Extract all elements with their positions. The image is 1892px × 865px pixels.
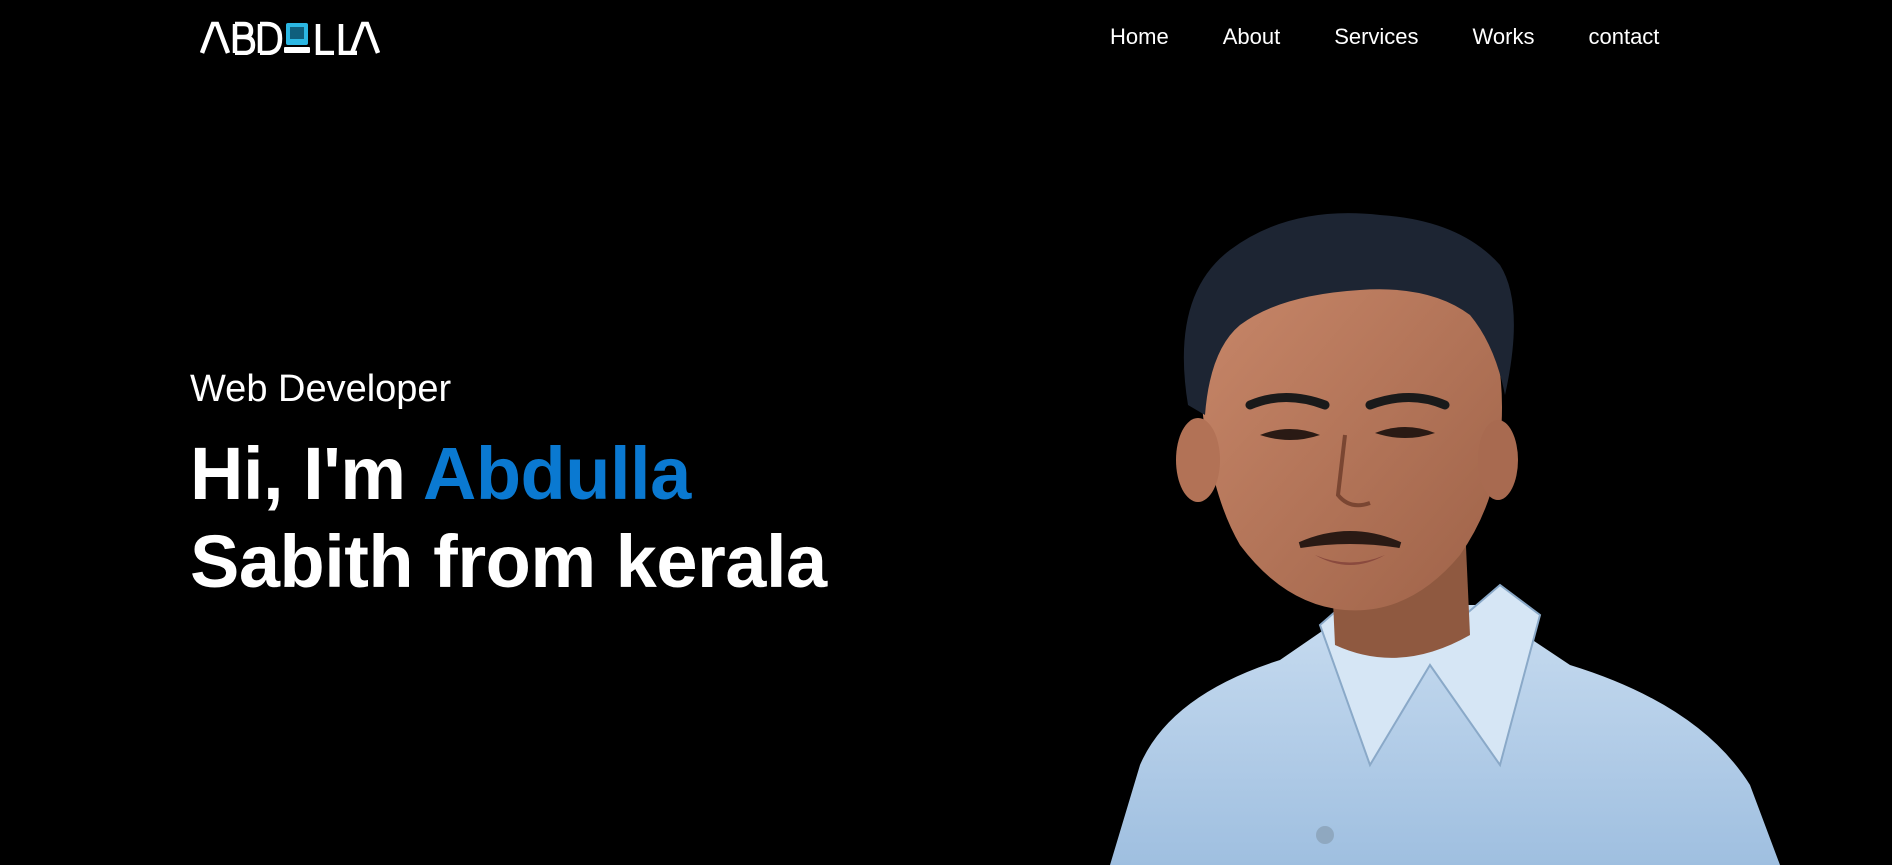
logo-wordmark <box>200 21 380 55</box>
profile-portrait <box>1100 205 1780 865</box>
nav-link-works[interactable]: Works <box>1473 22 1535 52</box>
site-header: Home About Services Works contact <box>0 0 1892 76</box>
nav-link-home[interactable]: Home <box>1110 22 1169 52</box>
main-nav: Home About Services Works contact <box>1110 22 1659 52</box>
hero-name: Abdulla <box>422 432 691 515</box>
hero-headline: Hi, I'm Abdulla Sabith from kerala <box>190 430 1090 606</box>
shirt-button <box>1316 826 1334 844</box>
hero-line2: Sabith from kerala <box>190 520 827 603</box>
hero-section: Web Developer Hi, I'm Abdulla Sabith fro… <box>190 362 1090 606</box>
portrait-illustration <box>1110 213 1780 865</box>
site-logo[interactable] <box>200 18 380 58</box>
nav-link-about[interactable]: About <box>1223 22 1281 52</box>
nav-link-services[interactable]: Services <box>1334 22 1418 52</box>
nav-link-contact[interactable]: contact <box>1588 22 1659 52</box>
hero-greeting: Hi, I'm <box>190 432 406 515</box>
hero-role: Web Developer <box>190 368 452 410</box>
page: Home About Services Works contact Web De… <box>0 0 1892 865</box>
